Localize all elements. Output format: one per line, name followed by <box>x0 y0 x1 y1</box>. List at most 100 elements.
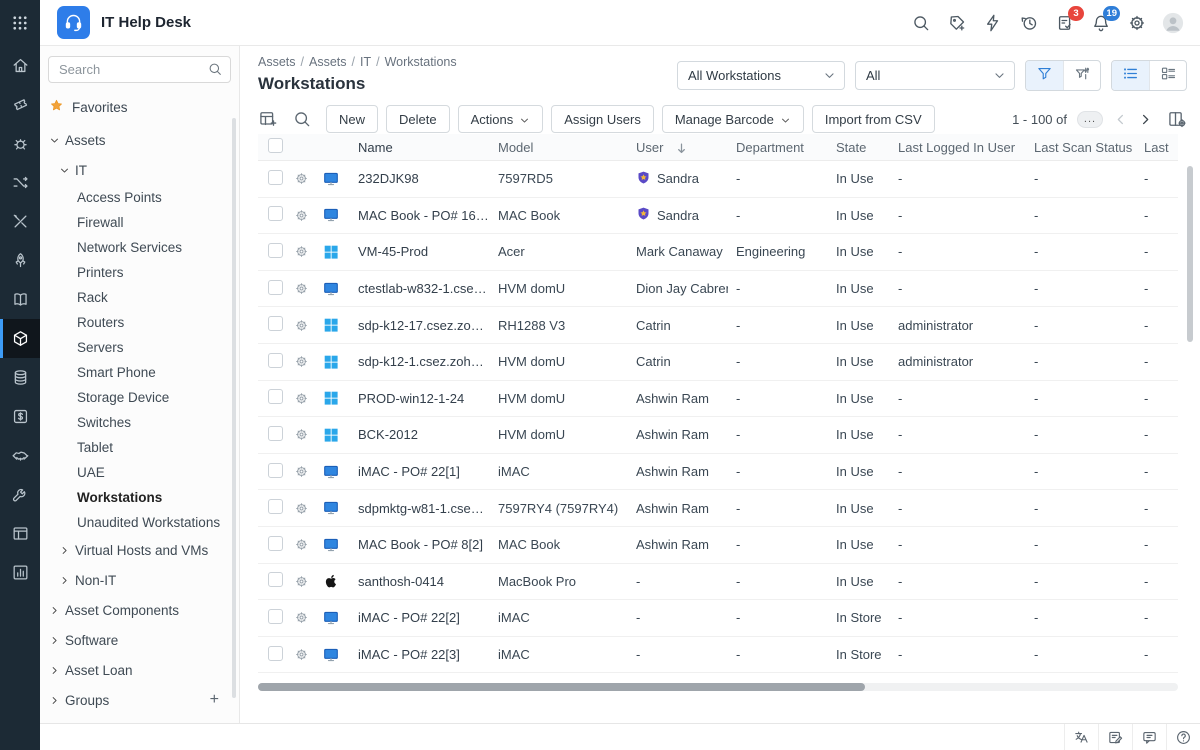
sidebar-item-virtual-hosts-and-vms[interactable]: Virtual Hosts and VMs <box>40 535 239 565</box>
prev-page-icon[interactable] <box>1113 112 1128 127</box>
sidebar-item-software[interactable]: Software <box>40 625 239 655</box>
row-checkbox[interactable] <box>268 646 283 661</box>
next-page-icon[interactable] <box>1138 112 1153 127</box>
sidebar-item-storage-device[interactable]: Storage Device <box>40 385 239 410</box>
table-row[interactable]: santhosh-0414MacBook Pro--In Use--- <box>258 564 1178 601</box>
row-checkbox[interactable] <box>268 463 283 478</box>
row-checkbox[interactable] <box>268 426 283 441</box>
breadcrumb-item[interactable]: Workstations <box>385 55 457 69</box>
asset-name-link[interactable]: iMAC - PO# 22[2] <box>350 610 490 625</box>
column-chooser-icon[interactable] <box>1167 109 1187 129</box>
row-checkbox[interactable] <box>268 609 283 624</box>
search-icon[interactable] <box>207 61 223 77</box>
new-button[interactable]: New <box>326 105 378 133</box>
rail-tools-icon[interactable] <box>0 202 40 241</box>
history-icon[interactable] <box>1018 12 1040 34</box>
sidebar-item-smart-phone[interactable]: Smart Phone <box>40 360 239 385</box>
apps-grid-icon[interactable] <box>0 0 40 46</box>
search-icon[interactable] <box>910 12 932 34</box>
rail-wrench-icon[interactable] <box>0 475 40 514</box>
asset-name-link[interactable]: PROD-win12-1-24 <box>350 391 490 406</box>
pagination-count-pill[interactable]: ... <box>1077 111 1103 128</box>
row-actions-gear-icon[interactable] <box>288 610 316 625</box>
sidebar-item-clipped[interactable] <box>40 715 239 723</box>
row-actions-gear-icon[interactable] <box>288 464 316 479</box>
table-row[interactable]: sdpmktg-w81-1.csez.z...7597RY4 (7597RY4)… <box>258 490 1178 527</box>
search-input[interactable] <box>48 56 231 83</box>
row-actions-gear-icon[interactable] <box>288 574 316 589</box>
chevron-down-icon[interactable] <box>49 135 60 146</box>
column-header-name[interactable]: Name <box>350 140 490 155</box>
asset-name-link[interactable]: sdp-k12-17.csez.zoho... <box>350 318 490 333</box>
sidebar-item-printers[interactable]: Printers <box>40 260 239 285</box>
rail-home-icon[interactable] <box>0 46 40 85</box>
row-actions-gear-icon[interactable] <box>288 391 316 406</box>
asset-name-link[interactable]: iMAC - PO# 22[3] <box>350 647 490 662</box>
vertical-scrollbar-thumb[interactable] <box>1187 166 1193 342</box>
row-checkbox[interactable] <box>268 499 283 514</box>
sidebar-item-workstations[interactable]: Workstations <box>40 485 239 510</box>
chevron-right-icon[interactable] <box>59 575 70 586</box>
column-header-user[interactable]: User <box>628 140 728 155</box>
row-actions-gear-icon[interactable] <box>288 244 316 259</box>
advanced-filter-button[interactable] <box>1063 61 1100 90</box>
row-checkbox[interactable] <box>268 206 283 221</box>
asset-name-link[interactable]: sdpmktg-w81-1.csez.z... <box>350 501 490 516</box>
table-row[interactable]: MAC Book - PO# 8[2]MAC BookAshwin Ram-In… <box>258 527 1178 564</box>
tag-add-icon[interactable] <box>946 12 968 34</box>
rail-bar-chart-icon[interactable] <box>0 553 40 592</box>
table-row[interactable]: iMAC - PO# 22[3]iMAC--In Store--- <box>258 637 1178 674</box>
sidebar-item-groups[interactable]: Groups+ <box>40 685 239 715</box>
breadcrumb-item[interactable]: Assets <box>309 55 347 69</box>
row-checkbox[interactable] <box>268 572 283 587</box>
asset-name-link[interactable]: ctestlab-w832-1.csez.z... <box>350 281 490 296</box>
table-row[interactable]: 232DJK987597RD5Sandra-In Use--- <box>258 161 1178 198</box>
rail-bug-icon[interactable] <box>0 124 40 163</box>
gear-icon[interactable] <box>1126 12 1148 34</box>
workstation-view-select[interactable]: All Workstations <box>677 61 845 90</box>
row-checkbox[interactable] <box>268 353 283 368</box>
chevron-right-icon[interactable] <box>59 545 70 556</box>
row-checkbox[interactable] <box>268 243 283 258</box>
column-header-department[interactable]: Department <box>728 140 828 155</box>
row-checkbox[interactable] <box>268 316 283 331</box>
row-actions-gear-icon[interactable] <box>288 537 316 552</box>
sidebar-item-asset-loan[interactable]: Asset Loan <box>40 655 239 685</box>
note-edit-icon[interactable] <box>1098 724 1132 750</box>
table-row[interactable]: VM-45-ProdAcerMark CanawayEngineeringIn … <box>258 234 1178 271</box>
chevron-right-icon[interactable] <box>49 635 60 646</box>
chat-icon[interactable] <box>1132 724 1166 750</box>
assign-users-button[interactable]: Assign Users <box>551 105 654 133</box>
sidebar-item-servers[interactable]: Servers <box>40 335 239 360</box>
breadcrumb-item[interactable]: Assets <box>258 55 296 69</box>
column-header-state[interactable]: State <box>828 140 890 155</box>
row-checkbox[interactable] <box>268 536 283 551</box>
rail-rocket-icon[interactable] <box>0 241 40 280</box>
table-row[interactable]: ctestlab-w832-1.csez.z...HVM domUDion Ja… <box>258 271 1178 308</box>
list-view-button[interactable] <box>1112 61 1149 90</box>
table-row[interactable]: iMAC - PO# 22[2]iMAC--In Store--- <box>258 600 1178 637</box>
row-actions-gear-icon[interactable] <box>288 208 316 223</box>
rail-database-icon[interactable] <box>0 358 40 397</box>
chevron-right-icon[interactable] <box>49 605 60 616</box>
rail-book-icon[interactable] <box>0 280 40 319</box>
sidebar-item-rack[interactable]: Rack <box>40 285 239 310</box>
search-list-icon[interactable] <box>292 109 312 129</box>
row-checkbox[interactable] <box>268 280 283 295</box>
rail-purchase-icon[interactable] <box>0 397 40 436</box>
filter-all-select[interactable]: All <box>855 61 1015 90</box>
asset-name-link[interactable]: VM-45-Prod <box>350 244 490 259</box>
row-actions-gear-icon[interactable] <box>288 647 316 662</box>
asset-name-link[interactable]: MAC Book - PO# 8[2] <box>350 537 490 552</box>
sidebar-item-firewall[interactable]: Firewall <box>40 210 239 235</box>
breadcrumb-item[interactable]: IT <box>360 55 371 69</box>
rail-window-panel-icon[interactable] <box>0 514 40 553</box>
sidebar-item-switches[interactable]: Switches <box>40 410 239 435</box>
sidebar-item-favorites[interactable]: Favorites <box>40 89 239 125</box>
asset-name-link[interactable]: sdp-k12-1.csez.zohoc... <box>350 354 490 369</box>
sidebar-item-it[interactable]: IT <box>40 155 239 185</box>
asset-name-link[interactable]: santhosh-0414 <box>350 574 490 589</box>
sidebar-item-assets[interactable]: Assets <box>40 125 239 155</box>
sidebar-item-unaudited-workstations[interactable]: Unaudited Workstations <box>40 510 239 535</box>
delete-button[interactable]: Delete <box>386 105 450 133</box>
